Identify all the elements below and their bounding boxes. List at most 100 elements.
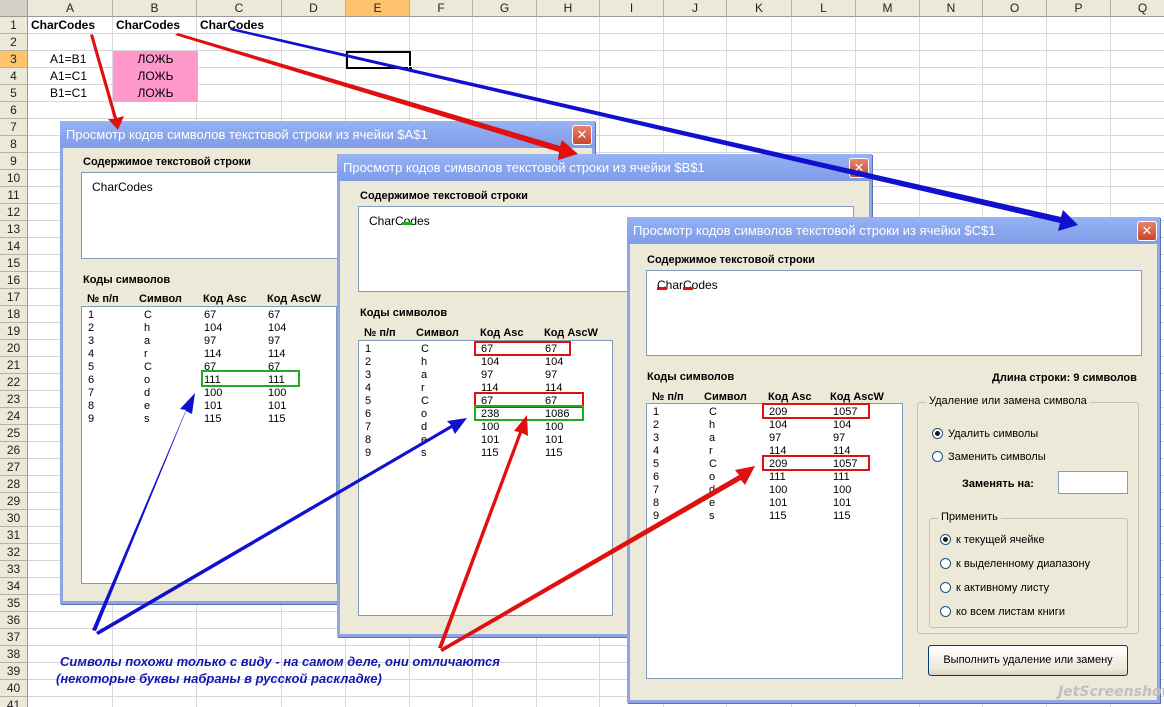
- column-header-g[interactable]: G: [473, 0, 537, 17]
- codes-listbox[interactable]: 1 C 209 1057 2 h 104 104 3 a 97 97 4 r 114 114 5 C 209 1057…: [646, 403, 903, 679]
- dialog-title[interactable]: Просмотр кодов символов текстовой строки…: [627, 217, 1160, 244]
- column-header-q[interactable]: Q: [1111, 0, 1164, 17]
- row-header-23[interactable]: 23: [0, 391, 28, 408]
- row-header-33[interactable]: 33: [0, 561, 28, 578]
- row-header-40[interactable]: 40: [0, 680, 28, 697]
- column-header-i[interactable]: I: [600, 0, 664, 17]
- row-header-10[interactable]: 10: [0, 170, 28, 187]
- list-item[interactable]: 3 a 97 97: [359, 369, 612, 382]
- cell-b5[interactable]: ЛОЖЬ: [113, 85, 198, 102]
- list-item[interactable]: 9 s 115 115: [359, 447, 612, 460]
- cell-c1[interactable]: CharCodes: [200, 17, 264, 34]
- list-item[interactable]: 3 a 97 97: [647, 432, 902, 445]
- radio-apply-all-sheets[interactable]: ко всем листам книги: [940, 605, 1065, 619]
- row-header-20[interactable]: 20: [0, 340, 28, 357]
- list-item[interactable]: 8 e 101 101: [359, 434, 612, 447]
- dialog-title[interactable]: Просмотр кодов символов текстовой строки…: [60, 121, 595, 148]
- replace-with-input[interactable]: [1058, 471, 1128, 494]
- row-header-11[interactable]: 11: [0, 187, 28, 204]
- row-header-1[interactable]: 1: [0, 17, 28, 34]
- run-delete-replace-button[interactable]: Выполнить удаление или замену: [928, 645, 1128, 676]
- list-item[interactable]: 2 h 104 104: [647, 419, 902, 432]
- list-item[interactable]: 2 h 104 104: [82, 322, 336, 335]
- column-header-m[interactable]: M: [856, 0, 920, 17]
- column-header-p[interactable]: P: [1047, 0, 1111, 17]
- cell-b3[interactable]: ЛОЖЬ: [113, 51, 198, 68]
- column-header-n[interactable]: N: [920, 0, 983, 17]
- column-header-j[interactable]: J: [664, 0, 727, 17]
- row-header-18[interactable]: 18: [0, 306, 28, 323]
- close-icon[interactable]: ✕: [1137, 221, 1157, 241]
- row-header-34[interactable]: 34: [0, 578, 28, 595]
- row-header-36[interactable]: 36: [0, 612, 28, 629]
- list-item[interactable]: 3 a 97 97: [82, 335, 336, 348]
- list-item[interactable]: 4 r 114 114: [82, 348, 336, 361]
- column-header-a[interactable]: A: [28, 0, 113, 17]
- list-item[interactable]: 2 h 104 104: [359, 356, 612, 369]
- row-header-5[interactable]: 5: [0, 85, 28, 102]
- row-header-29[interactable]: 29: [0, 493, 28, 510]
- row-header-6[interactable]: 6: [0, 102, 28, 119]
- cell-a4[interactable]: A1=C1: [50, 68, 87, 85]
- radio-apply-current-cell[interactable]: к текущей ячейке: [940, 533, 1045, 547]
- row-header-26[interactable]: 26: [0, 442, 28, 459]
- row-header-38[interactable]: 38: [0, 646, 28, 663]
- active-cell-cursor[interactable]: [346, 51, 413, 71]
- row-header-25[interactable]: 25: [0, 425, 28, 442]
- row-header-21[interactable]: 21: [0, 357, 28, 374]
- radio-apply-active-sheet[interactable]: к активному листу: [940, 581, 1049, 595]
- column-header-o[interactable]: O: [983, 0, 1047, 17]
- column-header-e[interactable]: E: [346, 0, 410, 17]
- row-header-27[interactable]: 27: [0, 459, 28, 476]
- codes-listbox[interactable]: 1 C 67 67 2 h 104 104 3 a 97 97 4 r 114 114 5 C 67 67 6 o 111 1…: [81, 306, 337, 584]
- list-item[interactable]: 9 s 115 115: [82, 413, 336, 426]
- radio-delete[interactable]: Удалить символы: [932, 427, 1038, 441]
- row-header-8[interactable]: 8: [0, 136, 28, 153]
- list-item[interactable]: 8 e 101 101: [647, 497, 902, 510]
- content-textbox[interactable]: CharCodes: [646, 270, 1142, 356]
- row-header-4[interactable]: 4: [0, 68, 28, 85]
- cell-b4[interactable]: ЛОЖЬ: [113, 68, 198, 85]
- column-header-f[interactable]: F: [410, 0, 473, 17]
- row-header-17[interactable]: 17: [0, 289, 28, 306]
- codes-listbox[interactable]: 1 C 67 67 2 h 104 104 3 a 97 97 4 r 114 114 5 C 67 67 6 o 238 1…: [358, 340, 613, 616]
- list-item[interactable]: 8 e 101 101: [82, 400, 336, 413]
- close-icon[interactable]: ✕: [849, 158, 869, 178]
- column-header-c[interactable]: C: [197, 0, 282, 17]
- row-header-9[interactable]: 9: [0, 153, 28, 170]
- column-header-l[interactable]: L: [792, 0, 856, 17]
- cell-b1[interactable]: CharCodes: [116, 17, 180, 34]
- list-item[interactable]: 7 d 100 100: [647, 484, 902, 497]
- row-header-2[interactable]: 2: [0, 34, 28, 51]
- cell-a3[interactable]: A1=B1: [50, 51, 86, 68]
- row-header-16[interactable]: 16: [0, 272, 28, 289]
- list-item[interactable]: 7 d 100 100: [359, 421, 612, 434]
- row-header-22[interactable]: 22: [0, 374, 28, 391]
- close-icon[interactable]: ✕: [572, 125, 592, 145]
- column-header-k[interactable]: K: [727, 0, 792, 17]
- row-header-35[interactable]: 35: [0, 595, 28, 612]
- list-item[interactable]: 6 o 111 111: [647, 471, 902, 484]
- fill-handle[interactable]: [408, 66, 413, 71]
- cell-a5[interactable]: B1=C1: [50, 85, 87, 102]
- radio-apply-selected-range[interactable]: к выделенному диапазону: [940, 557, 1090, 571]
- row-header-28[interactable]: 28: [0, 476, 28, 493]
- row-header-39[interactable]: 39: [0, 663, 28, 680]
- row-header-32[interactable]: 32: [0, 544, 28, 561]
- column-header-b[interactable]: B: [113, 0, 197, 17]
- row-header-31[interactable]: 31: [0, 527, 28, 544]
- row-header-19[interactable]: 19: [0, 323, 28, 340]
- row-header-14[interactable]: 14: [0, 238, 28, 255]
- list-item[interactable]: 1 C 67 67: [82, 309, 336, 322]
- row-header-15[interactable]: 15: [0, 255, 28, 272]
- column-header-h[interactable]: H: [537, 0, 600, 17]
- select-all-corner[interactable]: [0, 0, 28, 17]
- list-item[interactable]: 7 d 100 100: [82, 387, 336, 400]
- column-header-d[interactable]: D: [282, 0, 346, 17]
- row-header-3[interactable]: 3: [0, 51, 28, 68]
- row-header-37[interactable]: 37: [0, 629, 28, 646]
- row-header-30[interactable]: 30: [0, 510, 28, 527]
- row-header-13[interactable]: 13: [0, 221, 28, 238]
- dialog-title[interactable]: Просмотр кодов символов текстовой строки…: [337, 154, 872, 181]
- row-header-7[interactable]: 7: [0, 119, 28, 136]
